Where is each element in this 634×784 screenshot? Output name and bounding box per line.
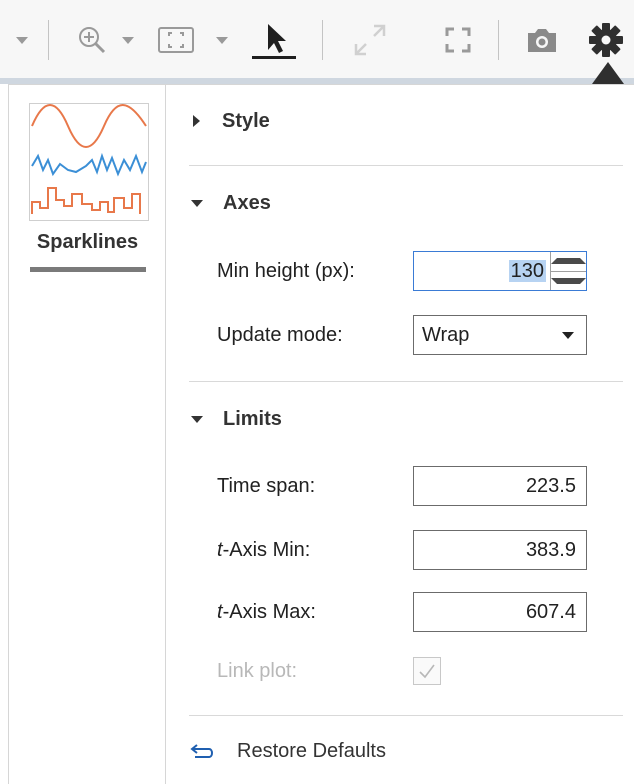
section-limits-header[interactable]: Limits	[189, 403, 282, 435]
time-span-input[interactable]: 223.5	[413, 466, 587, 506]
t-axis-min-input[interactable]: 383.9	[413, 530, 587, 570]
min-height-label: Min height (px):	[217, 259, 355, 282]
fit-view-icon[interactable]	[156, 18, 196, 62]
min-height-value[interactable]: 130	[508, 259, 546, 282]
zoom-in-icon[interactable]	[74, 18, 110, 62]
increment-button[interactable]	[551, 252, 586, 271]
toolbar-separator	[498, 20, 499, 60]
toolbar	[0, 0, 634, 78]
checkmark-icon	[419, 664, 435, 679]
section-style-title: Style	[222, 109, 270, 132]
settings-popover: Sparklines Style Axes Min height (px): 1…	[8, 84, 634, 784]
fullscreen-icon[interactable]	[440, 18, 476, 62]
divider	[189, 165, 623, 166]
popover-arrow	[592, 62, 624, 84]
toolbar-separator	[322, 20, 323, 60]
camera-icon[interactable]	[520, 18, 564, 62]
dropdown-caret-icon[interactable]	[12, 18, 32, 62]
t-axis-min-value: 383.9	[525, 538, 576, 561]
zoom-options-caret-icon[interactable]	[118, 18, 138, 62]
cursor-icon[interactable]	[250, 18, 298, 62]
toolbar-separator	[48, 20, 49, 60]
divider	[189, 715, 623, 716]
t-axis-min-label: t -Axis Min:	[217, 538, 311, 561]
section-style-header[interactable]: Style	[189, 105, 270, 137]
active-tool-indicator	[252, 55, 296, 59]
plot-type-sidebar: Sparklines	[9, 85, 166, 784]
undo-arrow-icon	[190, 744, 213, 758]
sparklines-thumbnail[interactable]	[29, 103, 149, 221]
chevron-down-icon	[562, 331, 574, 339]
section-limits-title: Limits	[223, 407, 282, 430]
chevron-up-icon	[551, 258, 586, 265]
t-axis-max-value: 607.4	[525, 600, 576, 623]
expand-icon	[350, 18, 390, 62]
restore-defaults-button[interactable]: Restore Defaults	[189, 735, 386, 767]
min-height-spinner[interactable]: 130	[413, 251, 587, 291]
restore-defaults-label: Restore Defaults	[237, 739, 386, 762]
t-axis-max-label: t -Axis Max:	[217, 600, 316, 623]
gear-icon[interactable]	[584, 18, 628, 62]
link-plot-checkbox[interactable]	[413, 657, 441, 685]
collapse-arrow-icon	[191, 199, 203, 207]
selected-plot-type-indicator	[30, 267, 146, 272]
section-axes-title: Axes	[223, 191, 271, 214]
t-axis-max-input[interactable]: 607.4	[413, 592, 587, 632]
fit-options-caret-icon[interactable]	[212, 18, 232, 62]
collapse-arrow-icon	[191, 415, 203, 423]
update-mode-dropdown[interactable]: Wrap	[413, 315, 587, 355]
update-mode-value: Wrap	[422, 323, 470, 346]
divider	[189, 381, 623, 382]
chevron-down-icon	[551, 277, 586, 284]
section-axes-header[interactable]: Axes	[189, 187, 271, 219]
expand-arrow-icon	[193, 115, 200, 127]
link-plot-label: Link plot:	[217, 659, 298, 682]
update-mode-label: Update mode:	[217, 323, 343, 346]
plot-type-label[interactable]: Sparklines	[9, 231, 166, 254]
time-span-label: Time span:	[217, 474, 316, 497]
decrement-button[interactable]	[551, 270, 586, 291]
time-span-value: 223.5	[525, 474, 576, 497]
